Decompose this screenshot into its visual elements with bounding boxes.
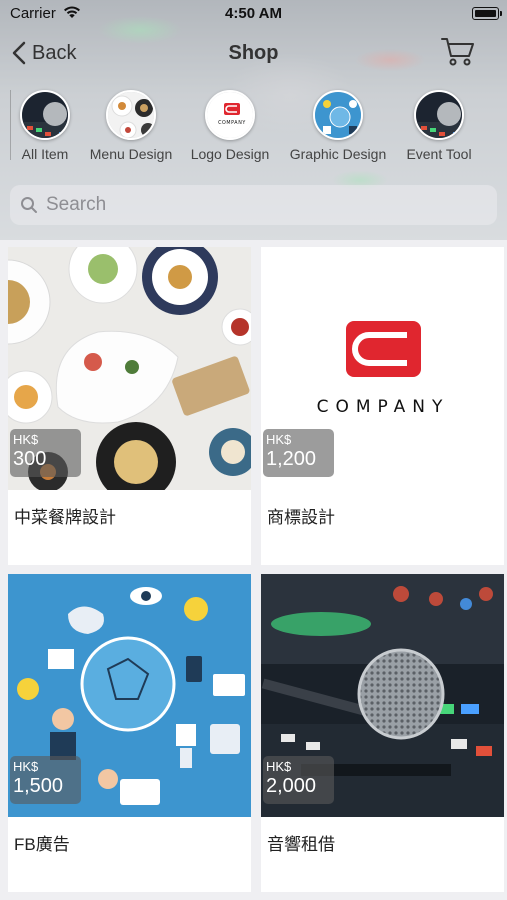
svg-text:COMPANY: COMPANY <box>218 120 246 126</box>
logo-wordmark: COMPANY <box>317 397 450 417</box>
price-badge: HK$ 2,000 <box>263 756 334 804</box>
food-plates-thumbnail <box>106 90 156 140</box>
category-label: All Item <box>21 146 69 162</box>
tech-graphics-thumbnail <box>313 90 363 140</box>
status-time: 4:50 AM <box>225 5 282 22</box>
search-input[interactable] <box>46 194 466 216</box>
price-currency: HK$ <box>13 432 39 447</box>
battery-icon <box>472 7 502 20</box>
page-title: Shop <box>228 42 279 64</box>
category-label: Menu Design <box>89 146 173 162</box>
product-name: 中菜餐牌設計 <box>14 508 116 527</box>
product-name: 商標設計 <box>267 508 335 527</box>
price-amount: 2,000 <box>266 775 317 797</box>
category-divider <box>10 90 11 160</box>
category-graphic-design[interactable]: Graphic Design <box>290 90 386 162</box>
product-card[interactable]: COMPANY HK$ 1,200 商標設計 <box>261 247 504 565</box>
price-badge: HK$ 300 <box>10 429 81 477</box>
studio-mixer-thumbnail <box>414 90 464 140</box>
category-all-item[interactable]: All Item <box>18 90 72 162</box>
category-event-tool[interactable]: Event Tool <box>406 90 472 162</box>
category-logo-design[interactable]: COMPANY Logo Design <box>191 90 269 162</box>
category-label: Logo Design <box>190 146 270 162</box>
price-badge: HK$ 1,500 <box>10 756 81 804</box>
product-card[interactable]: HK$ 1,500 FB廣告 <box>8 574 251 892</box>
category-label: Graphic Design <box>289 146 387 162</box>
search-bar <box>10 185 497 225</box>
category-menu-design[interactable]: Menu Design <box>90 90 172 162</box>
header: Carrier 4:50 AM Back Shop All Item Menu … <box>0 0 507 240</box>
search-icon <box>21 197 37 213</box>
price-currency: HK$ <box>13 759 39 774</box>
price-currency: HK$ <box>266 432 292 447</box>
company-logo-thumbnail: COMPANY <box>205 90 255 140</box>
status-bar: Carrier 4:50 AM <box>0 0 507 28</box>
price-amount: 1,200 <box>266 448 317 470</box>
price-currency: HK$ <box>266 759 292 774</box>
product-name: FB廣告 <box>14 835 70 854</box>
product-name: 音響租借 <box>267 835 335 854</box>
price-badge: HK$ 1,200 <box>263 429 334 477</box>
studio-mixer-thumbnail <box>20 90 70 140</box>
price-amount: 1,500 <box>13 775 64 797</box>
product-card[interactable]: HK$ 2,000 音響租借 <box>261 574 504 892</box>
product-card[interactable]: HK$ 300 中菜餐牌設計 <box>8 247 251 565</box>
category-bar: All Item Menu Design COMPANY Logo Design… <box>0 90 507 170</box>
cart-icon[interactable] <box>441 36 475 68</box>
price-amount: 300 <box>13 448 47 470</box>
category-label: Event Tool <box>406 146 472 162</box>
